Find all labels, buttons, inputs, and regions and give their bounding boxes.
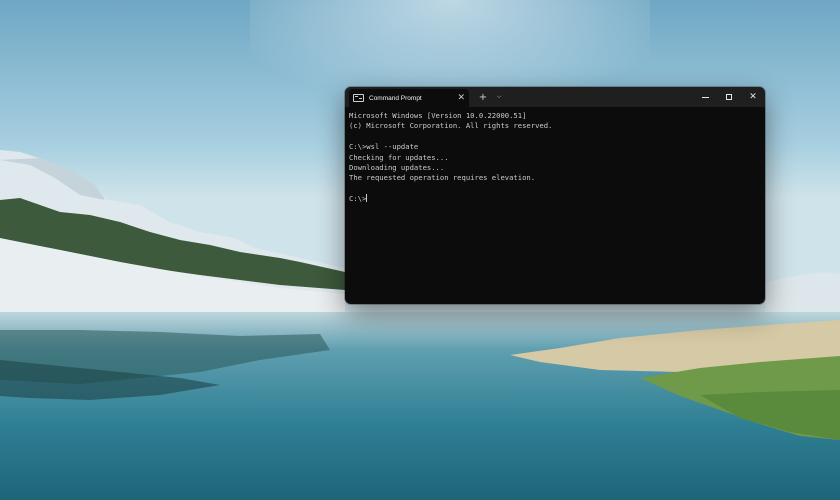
new-tab-button[interactable]: + — [475, 87, 491, 107]
chevron-down-icon[interactable]: ⌵ — [491, 87, 507, 107]
tab-command-prompt[interactable]: Command Prompt ✕ — [349, 89, 469, 107]
command-prompt-line[interactable]: C:\> — [349, 194, 761, 204]
text-cursor — [366, 194, 368, 203]
terminal-icon — [353, 94, 364, 102]
console-line: Downloading updates... — [349, 162, 445, 172]
console-line: (c) Microsoft Corporation. All rights re… — [349, 121, 553, 131]
minimize-button[interactable] — [693, 87, 717, 107]
maximize-icon — [726, 94, 732, 100]
console-line: Checking for updates... — [349, 152, 449, 162]
console-output[interactable]: Microsoft Windows [Version 10.0.22000.51… — [345, 107, 765, 304]
command-prompt-window[interactable]: Command Prompt ✕ + ⌵ ✕ Microsoft Windows… — [345, 87, 765, 304]
minimize-icon — [701, 96, 709, 98]
close-icon: ✕ — [749, 91, 757, 102]
console-line: C:\>wsl --update — [349, 142, 419, 152]
close-button[interactable]: ✕ — [741, 87, 765, 107]
prompt: C:\> — [349, 194, 367, 204]
console-line: The requested operation requires elevati… — [349, 173, 536, 183]
title-bar[interactable]: Command Prompt ✕ + ⌵ ✕ — [345, 87, 765, 107]
tab-close-icon[interactable]: ✕ — [457, 93, 465, 103]
tab-title: Command Prompt — [369, 94, 422, 102]
maximize-button[interactable] — [717, 87, 741, 107]
console-line: Microsoft Windows [Version 10.0.22000.51… — [349, 111, 527, 120]
